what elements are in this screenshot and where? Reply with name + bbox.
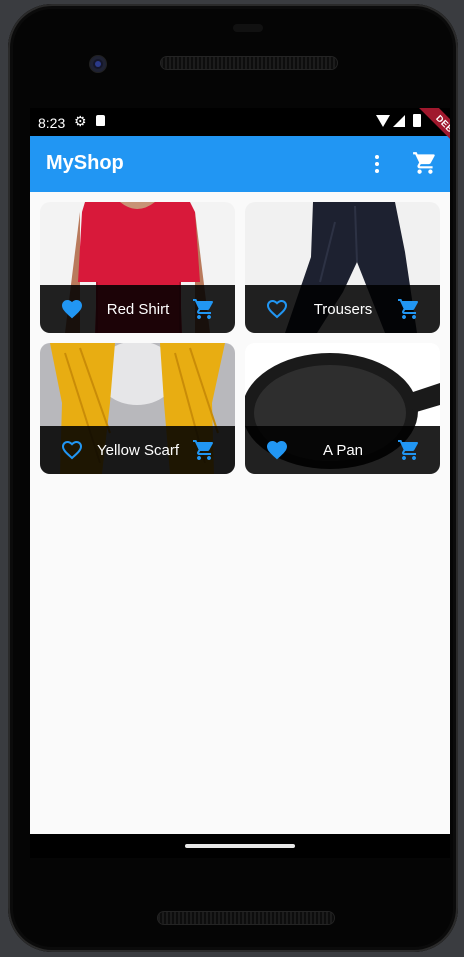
favorite-button[interactable] — [258, 426, 296, 474]
top-slot — [233, 24, 263, 32]
app-bar: MyShop — [30, 136, 450, 192]
add-to-cart-button[interactable] — [185, 285, 223, 333]
more-menu-button[interactable] — [368, 150, 386, 178]
add-to-cart-button[interactable] — [185, 426, 223, 474]
signal-icon — [393, 115, 405, 127]
more-vert-icon — [375, 155, 379, 159]
product-title: Trousers — [313, 300, 373, 318]
page-title: MyShop — [46, 152, 124, 174]
favorite-button[interactable] — [53, 426, 91, 474]
add-to-cart-button[interactable] — [390, 426, 428, 474]
product-tile[interactable]: Red Shirt — [40, 202, 235, 333]
favorite-button[interactable] — [258, 285, 296, 333]
tile-footer: Yellow Scarf — [40, 426, 235, 474]
settings-status-icon: ⚙ — [74, 113, 87, 129]
favorite-button[interactable] — [53, 285, 91, 333]
heart-outline-icon — [266, 299, 288, 319]
products-overview: Red Shirt Trousers Yellow Scarf A Pan — [30, 192, 450, 858]
heart-outline-icon — [61, 440, 83, 460]
cart-button[interactable] — [412, 150, 438, 176]
product-grid: Red Shirt Trousers Yellow Scarf A Pan — [40, 202, 440, 474]
product-tile[interactable]: A Pan — [245, 343, 440, 474]
product-title: Yellow Scarf — [97, 441, 179, 459]
status-time: 8:23 — [38, 115, 66, 131]
status-bar: 8:23 ⚙ — [30, 108, 450, 136]
home-gesture-handle[interactable] — [185, 844, 295, 848]
shopping-cart-icon — [193, 440, 214, 460]
shopping-cart-icon — [413, 152, 435, 174]
wifi-icon — [376, 115, 390, 127]
battery-icon — [413, 114, 421, 127]
more-vert-icon-dot — [375, 169, 379, 173]
product-title: A Pan — [322, 441, 364, 459]
sd-card-icon — [96, 115, 105, 126]
product-tile[interactable]: Trousers — [245, 202, 440, 333]
tile-footer: Red Shirt — [40, 285, 235, 333]
product-title: Red Shirt — [106, 300, 170, 318]
heart-icon — [62, 300, 82, 319]
front-camera — [90, 56, 106, 72]
shopping-cart-icon — [193, 299, 214, 319]
earpiece-speaker — [161, 57, 337, 69]
product-tile[interactable]: Yellow Scarf — [40, 343, 235, 474]
bottom-speaker — [158, 912, 334, 924]
navigation-bar — [30, 834, 450, 858]
shopping-cart-icon — [398, 299, 419, 319]
screen: 8:23 ⚙ MyShop DEBUG Red Shirt Trousers Y… — [30, 108, 450, 858]
shopping-cart-icon — [398, 440, 419, 460]
tile-footer: Trousers — [245, 285, 440, 333]
add-to-cart-button[interactable] — [390, 285, 428, 333]
tile-footer: A Pan — [245, 426, 440, 474]
more-vert-icon-dot — [375, 162, 379, 166]
heart-icon — [267, 441, 287, 460]
